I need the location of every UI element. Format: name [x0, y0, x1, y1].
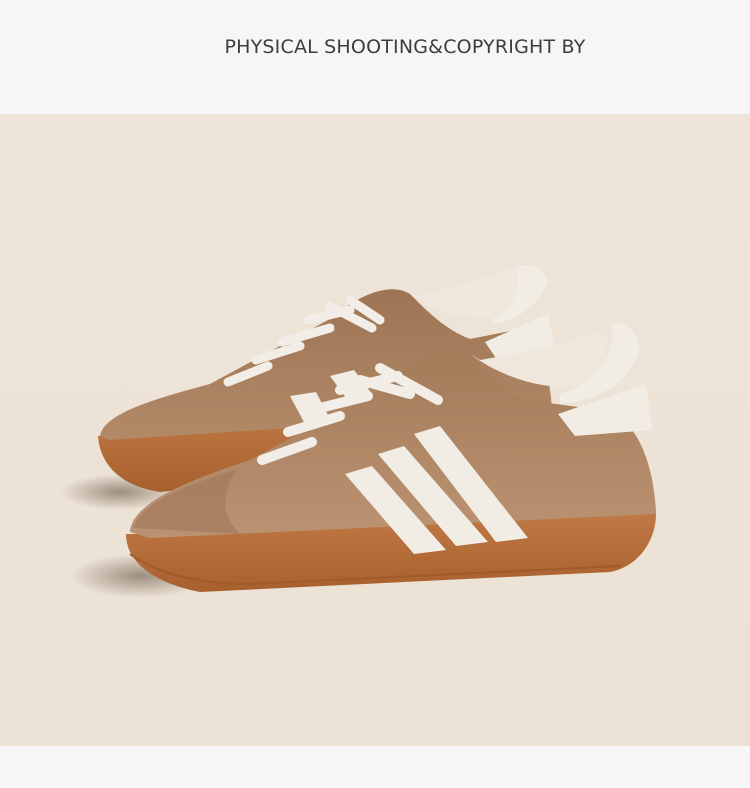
- sneakers-illustration: [0, 114, 750, 746]
- product-photo: [0, 114, 750, 746]
- page-title: PHYSICAL SHOOTING&COPYRIGHT BY: [224, 36, 586, 58]
- header-band: PHYSICAL SHOOTING&COPYRIGHT BY: [0, 0, 750, 114]
- footer-band: [0, 746, 750, 788]
